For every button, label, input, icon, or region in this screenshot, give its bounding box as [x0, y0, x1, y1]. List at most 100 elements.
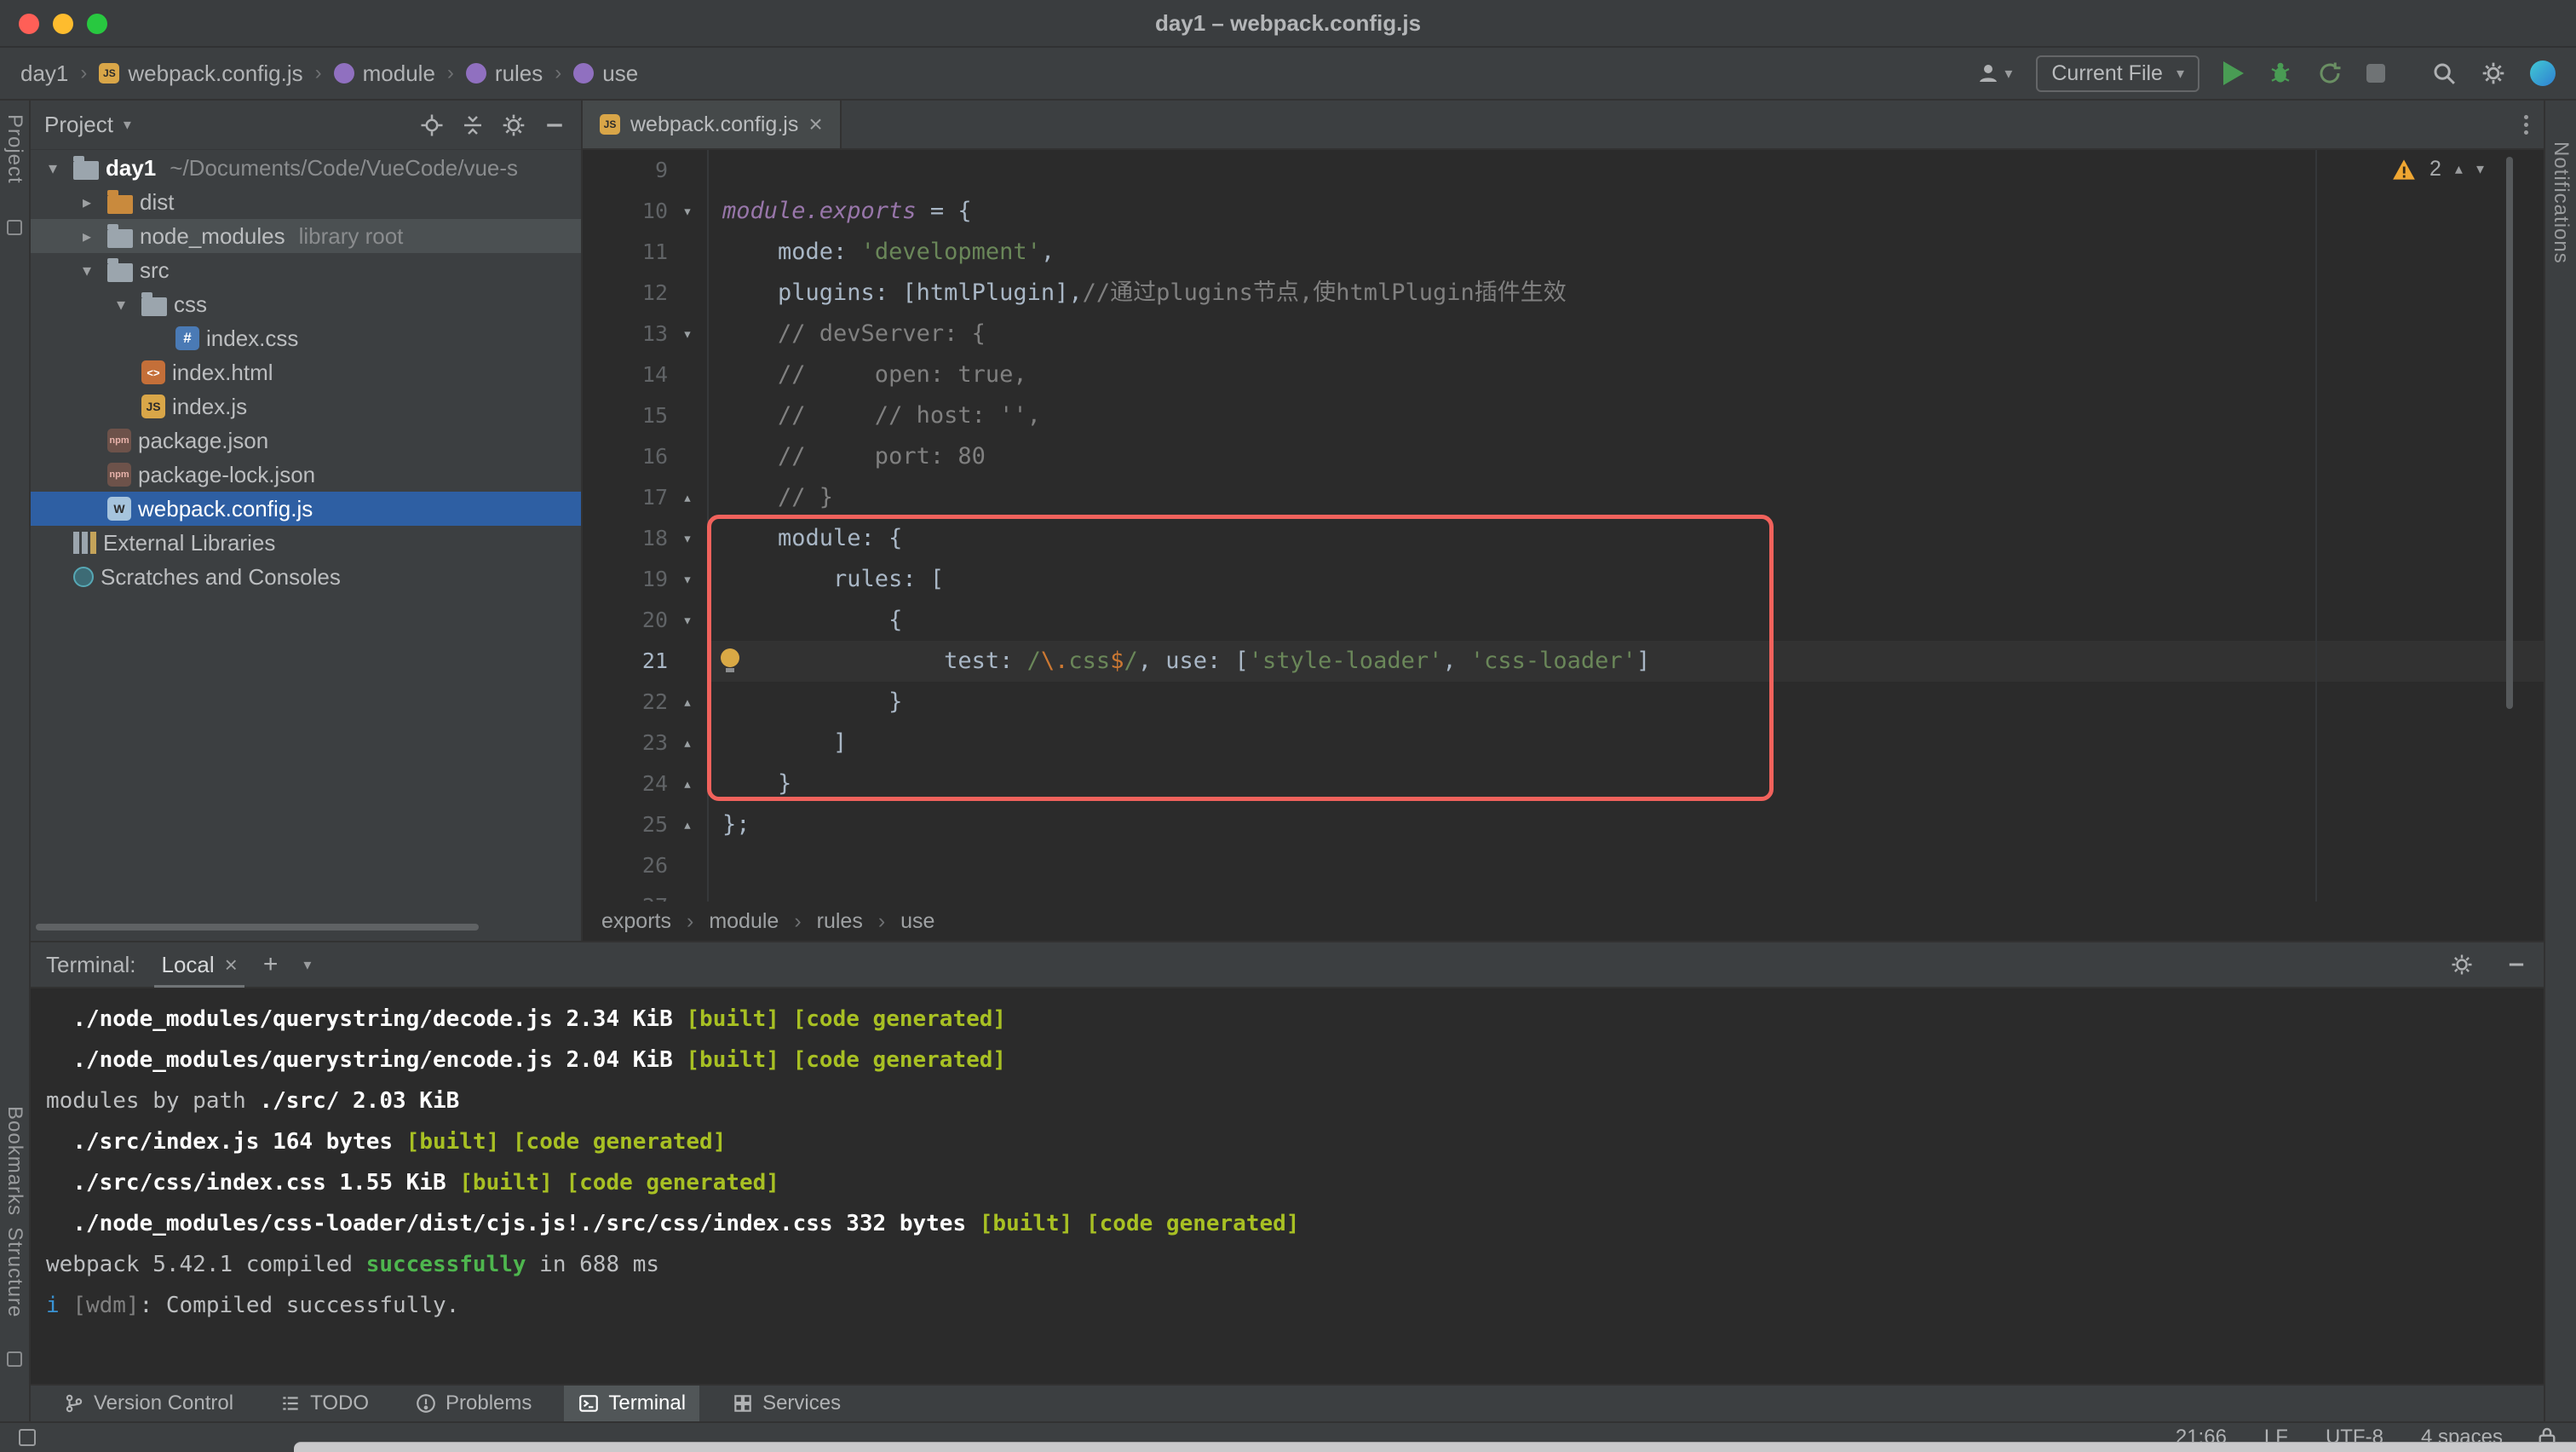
new-terminal-session-button[interactable]: +	[263, 950, 279, 979]
toolwindow-stripe-notifications[interactable]: Notifications	[2549, 141, 2573, 264]
code-line-13[interactable]: 13▾ // devServer: {	[583, 314, 2544, 354]
breadcrumb-item-module[interactable]: module	[334, 60, 435, 87]
toolwindow-button-services[interactable]: Services	[718, 1386, 854, 1421]
editor-breadcrumb-use[interactable]: use	[900, 909, 934, 934]
tree-item-package-lock-json[interactable]: npmpackage-lock.json	[31, 458, 581, 492]
run-button[interactable]	[2223, 61, 2244, 85]
hide-panel-icon[interactable]	[2504, 953, 2528, 977]
code-line-14[interactable]: 14 // open: true,	[583, 354, 2544, 395]
toolwindow-switcher-icon[interactable]	[19, 1429, 36, 1446]
project-panel-title[interactable]: Project	[44, 112, 113, 138]
tree-item-index-js[interactable]: JSindex.js	[31, 389, 581, 424]
code-line-10[interactable]: 10▾module.exports = {	[583, 191, 2544, 232]
toolwindow-stripe-project[interactable]: Project	[3, 114, 26, 184]
chevron-down-icon[interactable]: ▾	[107, 294, 135, 315]
editor-breadcrumb-module[interactable]: module	[709, 909, 779, 934]
code-line-15[interactable]: 15 // // host: '',	[583, 395, 2544, 436]
toolwindow-button-terminal[interactable]: Terminal	[564, 1386, 699, 1421]
terminal-settings-icon[interactable]	[2450, 953, 2474, 977]
fold-down-icon[interactable]: ▾	[668, 314, 707, 354]
close-icon[interactable]: ×	[808, 112, 822, 136]
chevron-down-icon[interactable]: ▾	[73, 260, 101, 281]
collapse-all-icon[interactable]	[460, 112, 486, 138]
code-line-16[interactable]: 16 // port: 80	[583, 436, 2544, 477]
tree-horizontal-scrollbar[interactable]	[36, 924, 479, 931]
fold-down-icon[interactable]: ▾	[668, 191, 707, 232]
previous-problem-icon[interactable]: ▴	[2455, 160, 2463, 178]
editor-tab-webpack-config[interactable]: JS webpack.config.js ×	[583, 101, 842, 148]
chevron-right-icon[interactable]: ▸	[73, 226, 101, 247]
code-line-21[interactable]: 21 test: /\.css$/, use: ['style-loader',…	[583, 641, 2544, 682]
close-icon[interactable]: ×	[225, 952, 238, 978]
fold-up-icon[interactable]: ▴	[668, 804, 707, 845]
zoom-window-button[interactable]	[87, 14, 107, 34]
chevron-down-icon[interactable]: ▾	[39, 158, 66, 179]
code-line-11[interactable]: 11 mode: 'development',	[583, 232, 2544, 273]
tree-item-external-libraries[interactable]: External Libraries	[31, 526, 581, 560]
tree-item-scratches-and-consoles[interactable]: Scratches and Consoles	[31, 560, 581, 594]
inspections-widget[interactable]: 2 ▴ ▾	[2392, 157, 2484, 182]
breadcrumb-item-webpack-config-js[interactable]: JSwebpack.config.js	[99, 60, 302, 87]
fold-down-icon[interactable]: ▾	[668, 600, 707, 641]
run-configuration-select[interactable]: Current File ▾	[2036, 55, 2199, 92]
breadcrumb-item-rules[interactable]: rules	[466, 60, 543, 87]
code-line-9[interactable]: 9	[583, 150, 2544, 191]
tree-item-day1[interactable]: ▾day1~/Documents/Code/VueCode/vue-s	[31, 151, 581, 185]
fold-up-icon[interactable]: ▴	[668, 723, 707, 763]
tree-item-node-modules[interactable]: ▸node_moduleslibrary root	[31, 219, 581, 253]
gear-icon[interactable]	[501, 112, 526, 138]
tree-item-dist[interactable]: ▸dist	[31, 185, 581, 219]
code-line-25[interactable]: 25▴};	[583, 804, 2544, 845]
breadcrumb-item-day1[interactable]: day1	[20, 60, 68, 87]
tab-list-menu-icon[interactable]	[2524, 115, 2528, 135]
hide-panel-icon[interactable]	[542, 112, 567, 138]
code-line-19[interactable]: 19▾ rules: [	[583, 559, 2544, 600]
profile-button[interactable]: ▾	[1975, 60, 2012, 86]
code-line-12[interactable]: 12 plugins: [htmlPlugin],//通过plugins节点,使…	[583, 273, 2544, 314]
code-editor[interactable]: 910▾module.exports = {11 mode: 'developm…	[583, 150, 2544, 902]
code-line-27[interactable]: 27	[583, 886, 2544, 902]
fold-down-icon[interactable]: ▾	[668, 559, 707, 600]
toolwindow-stripe-bookmarks[interactable]: Bookmarks	[3, 1106, 26, 1216]
toolwindow-button-version-control[interactable]: Version Control	[49, 1386, 247, 1421]
code-line-23[interactable]: 23▴ ]	[583, 723, 2544, 763]
editor-breadcrumb-exports[interactable]: exports	[601, 909, 671, 934]
chevron-down-icon[interactable]: ▾	[303, 956, 311, 974]
commit-toolwindow-icon[interactable]	[7, 220, 22, 235]
toolwindow-button-todo[interactable]: TODO	[266, 1386, 382, 1421]
toolwindow-stripe-structure[interactable]: Structure	[3, 1227, 26, 1317]
toolwindow-button-problems[interactable]: Problems	[401, 1386, 545, 1421]
breadcrumb-item-use[interactable]: use	[573, 60, 638, 87]
fold-up-icon[interactable]: ▴	[668, 477, 707, 518]
debug-button[interactable]	[2268, 60, 2293, 86]
tree-item-index-css[interactable]: #index.css	[31, 321, 581, 355]
code-line-18[interactable]: 18▾ module: {	[583, 518, 2544, 559]
tree-item-webpack-config-js[interactable]: Wwebpack.config.js	[31, 492, 581, 526]
minimize-window-button[interactable]	[53, 14, 73, 34]
chevron-right-icon[interactable]: ▸	[73, 192, 101, 213]
editor-vertical-scrollbar[interactable]	[2506, 157, 2513, 709]
search-everywhere-button[interactable]	[2431, 60, 2457, 86]
toolbox-button[interactable]	[2530, 60, 2556, 86]
chevron-down-icon[interactable]: ▾	[124, 116, 131, 134]
code-line-24[interactable]: 24▴ }	[583, 763, 2544, 804]
editor-breadcrumb-rules[interactable]: rules	[817, 909, 863, 934]
tree-item-package-json[interactable]: npmpackage.json	[31, 424, 581, 458]
code-line-17[interactable]: 17▴ // }	[583, 477, 2544, 518]
fold-up-icon[interactable]: ▴	[668, 763, 707, 804]
close-window-button[interactable]	[19, 14, 39, 34]
next-problem-icon[interactable]: ▾	[2476, 160, 2484, 178]
toolwindow-icon[interactable]	[7, 1351, 22, 1367]
terminal-output[interactable]: ./node_modules/querystring/decode.js 2.3…	[31, 988, 2544, 1326]
tree-item-src[interactable]: ▾src	[31, 253, 581, 287]
code-line-20[interactable]: 20▾ {	[583, 600, 2544, 641]
terminal-tab-local[interactable]: Local ×	[161, 952, 237, 978]
intention-bulb-icon[interactable]	[721, 648, 739, 667]
tree-item-css[interactable]: ▾css	[31, 287, 581, 321]
run-with-coverage-button[interactable]	[2317, 60, 2343, 86]
fold-up-icon[interactable]: ▴	[668, 682, 707, 723]
settings-button[interactable]	[2481, 60, 2506, 86]
stop-button[interactable]	[2366, 64, 2385, 83]
locate-file-icon[interactable]	[419, 112, 445, 138]
tree-item-index-html[interactable]: <>index.html	[31, 355, 581, 389]
